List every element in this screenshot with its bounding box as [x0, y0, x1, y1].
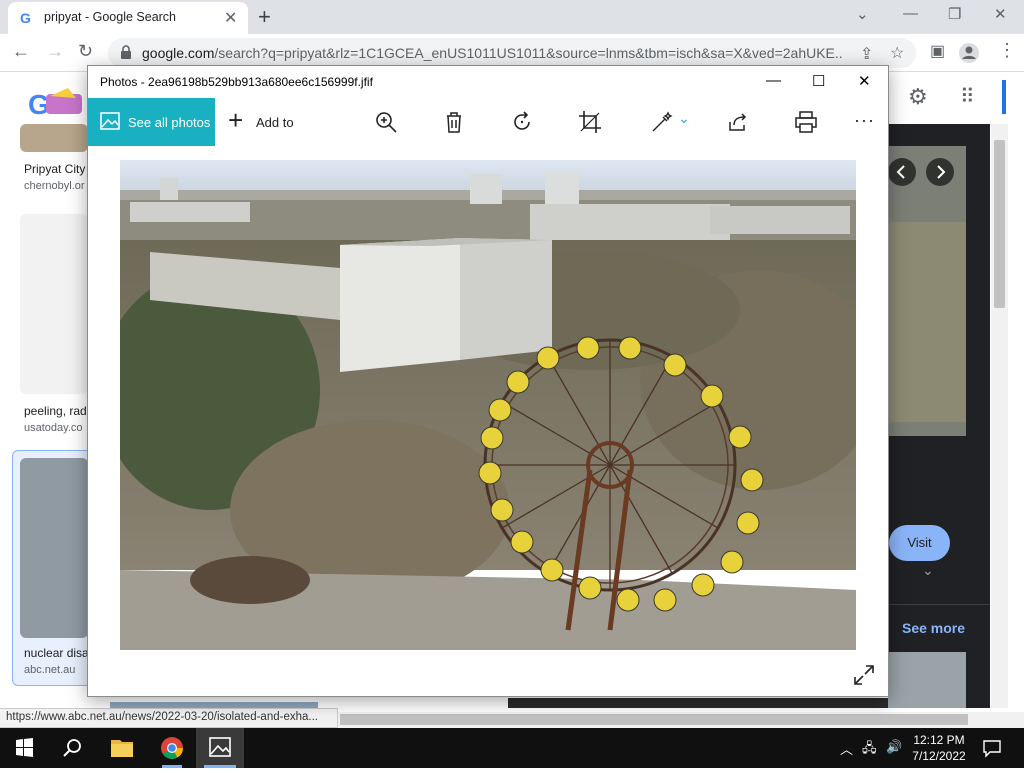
rotate-icon[interactable] — [510, 110, 534, 134]
restore-icon[interactable]: ❐ — [948, 5, 961, 23]
chrome-menu-icon[interactable]: ⋮ — [998, 40, 1016, 61]
result-source: usatoday.co — [24, 422, 83, 434]
url-host: google.com — [142, 45, 215, 61]
photos-toolbar: See all photos + Add to ⌄ ··· — [88, 98, 888, 146]
search-icon[interactable] — [48, 728, 96, 768]
page-scroll-thumb[interactable] — [994, 140, 1005, 308]
network-icon[interactable]: 🖧 — [862, 739, 877, 761]
system-clock[interactable]: 12:12 PM 7/12/2022 — [908, 732, 970, 764]
photos-taskbar-button[interactable] — [196, 728, 244, 768]
result-image[interactable] — [20, 458, 88, 638]
preview-image-detail — [888, 222, 966, 422]
photos-minimize-icon[interactable]: — — [766, 72, 781, 89]
photos-close-icon[interactable]: ✕ — [858, 72, 871, 90]
next-image-icon[interactable] — [926, 158, 954, 186]
zoom-in-icon[interactable] — [374, 110, 398, 134]
see-more-link[interactable]: See more — [902, 620, 965, 636]
pripyat-ferris-wheel-photo — [120, 160, 856, 650]
share-icon[interactable]: ⇪ — [860, 44, 873, 64]
show-hidden-icons-chevron-icon[interactable]: ︿ — [840, 739, 853, 758]
forward-icon[interactable]: → — [46, 41, 64, 62]
lock-icon — [121, 45, 131, 59]
tab-search-icon[interactable]: ⌄ — [856, 5, 869, 23]
side-panel-icon[interactable]: ▣ — [930, 41, 945, 61]
clock-date: 7/12/2022 — [912, 749, 966, 763]
result-title[interactable]: peeling, rad — [24, 404, 87, 418]
close-window-icon[interactable]: ✕ — [994, 5, 1007, 23]
add-to-label: Add to — [256, 115, 294, 130]
google-doodle-logo[interactable]: G — [28, 86, 88, 122]
see-all-photos-label: See all photos — [128, 115, 211, 130]
visit-button[interactable]: Visit — [889, 525, 950, 561]
clock-time: 12:12 PM — [913, 733, 965, 747]
bookmark-star-icon[interactable]: ☆ — [890, 43, 904, 63]
address-bar[interactable]: google.com/search?q=pripyat&rlz=1C1GCEA_… — [108, 38, 916, 68]
account-indicator — [1002, 80, 1006, 114]
plus-icon: + — [228, 105, 244, 135]
tab-strip: G pripyat - Google Search ✕ + ⌄ — ❐ ✕ — [0, 0, 1024, 34]
new-tab-button[interactable]: + — [258, 4, 271, 30]
chrome-taskbar-icon[interactable] — [148, 728, 196, 768]
notifications-icon[interactable] — [982, 738, 1002, 758]
profile-avatar-icon[interactable] — [958, 42, 980, 64]
horizontal-scroll-thumb[interactable] — [340, 714, 968, 725]
photos-app-icon — [204, 737, 236, 768]
related-image[interactable] — [888, 652, 966, 708]
result-image[interactable] — [20, 124, 88, 152]
photos-title-bar[interactable]: Photos - 2ea96198b529bb913a680ee6c156999… — [88, 66, 888, 98]
photo-gallery-icon — [100, 112, 120, 130]
photos-window: Photos - 2ea96198b529bb913a680ee6c156999… — [87, 65, 889, 697]
result-title[interactable]: Pripyat City — [24, 162, 85, 176]
reload-icon[interactable]: ↻ — [78, 41, 93, 62]
result-source: chernobyl.or — [24, 180, 85, 192]
delete-icon[interactable] — [442, 110, 466, 134]
result-image[interactable] — [20, 214, 88, 394]
url-path: /search?q=pripyat&rlz=1C1GCEA_enUS1011US… — [214, 45, 842, 61]
panel-divider — [888, 604, 990, 605]
tab-title: pripyat - Google Search — [44, 10, 177, 24]
photos-window-title: Photos - 2ea96198b529bb913a680ee6c156999… — [100, 75, 373, 89]
url-text: google.com/search?q=pripyat&rlz=1C1GCEA_… — [142, 45, 842, 61]
result-source: abc.net.au — [24, 664, 76, 676]
chevron-down-icon[interactable]: ⌄ — [922, 562, 934, 579]
volume-icon[interactable]: 🔊 — [886, 739, 902, 755]
close-tab-icon[interactable]: ✕ — [224, 8, 237, 28]
result-image[interactable] — [508, 698, 888, 708]
status-bar-url: https://www.abc.net.au/news/2022-03-20/i… — [0, 708, 338, 728]
photos-maximize-icon[interactable]: ☐ — [812, 72, 825, 90]
google-favicon-icon: G — [20, 10, 31, 26]
previous-image-icon[interactable] — [888, 158, 916, 186]
file-explorer-icon[interactable] — [98, 728, 146, 768]
windows-start-icon[interactable] — [0, 728, 48, 768]
see-all-photos-button[interactable]: See all photos — [88, 98, 215, 146]
edit-enhance-icon[interactable] — [650, 110, 674, 134]
crop-icon[interactable] — [578, 110, 602, 134]
browser-tab[interactable]: G pripyat - Google Search ✕ — [8, 2, 248, 34]
more-options-icon[interactable]: ··· — [854, 110, 875, 131]
edit-dropdown-chevron-icon[interactable]: ⌄ — [678, 110, 690, 127]
result-title[interactable]: nuclear disa — [24, 646, 89, 660]
back-icon[interactable]: ← — [12, 41, 30, 62]
apps-grid-icon[interactable]: ⠿ — [960, 84, 975, 109]
minimize-icon[interactable]: — — [903, 5, 918, 22]
print-icon[interactable] — [794, 110, 818, 134]
photo-viewer-image[interactable] — [120, 160, 856, 650]
share-icon[interactable] — [726, 110, 750, 134]
expand-fullscreen-icon[interactable] — [853, 664, 875, 686]
windows-taskbar: ︿ 🖧 🔊 12:12 PM 7/12/2022 — [0, 728, 1024, 768]
settings-gear-icon[interactable]: ⚙ — [908, 84, 928, 110]
